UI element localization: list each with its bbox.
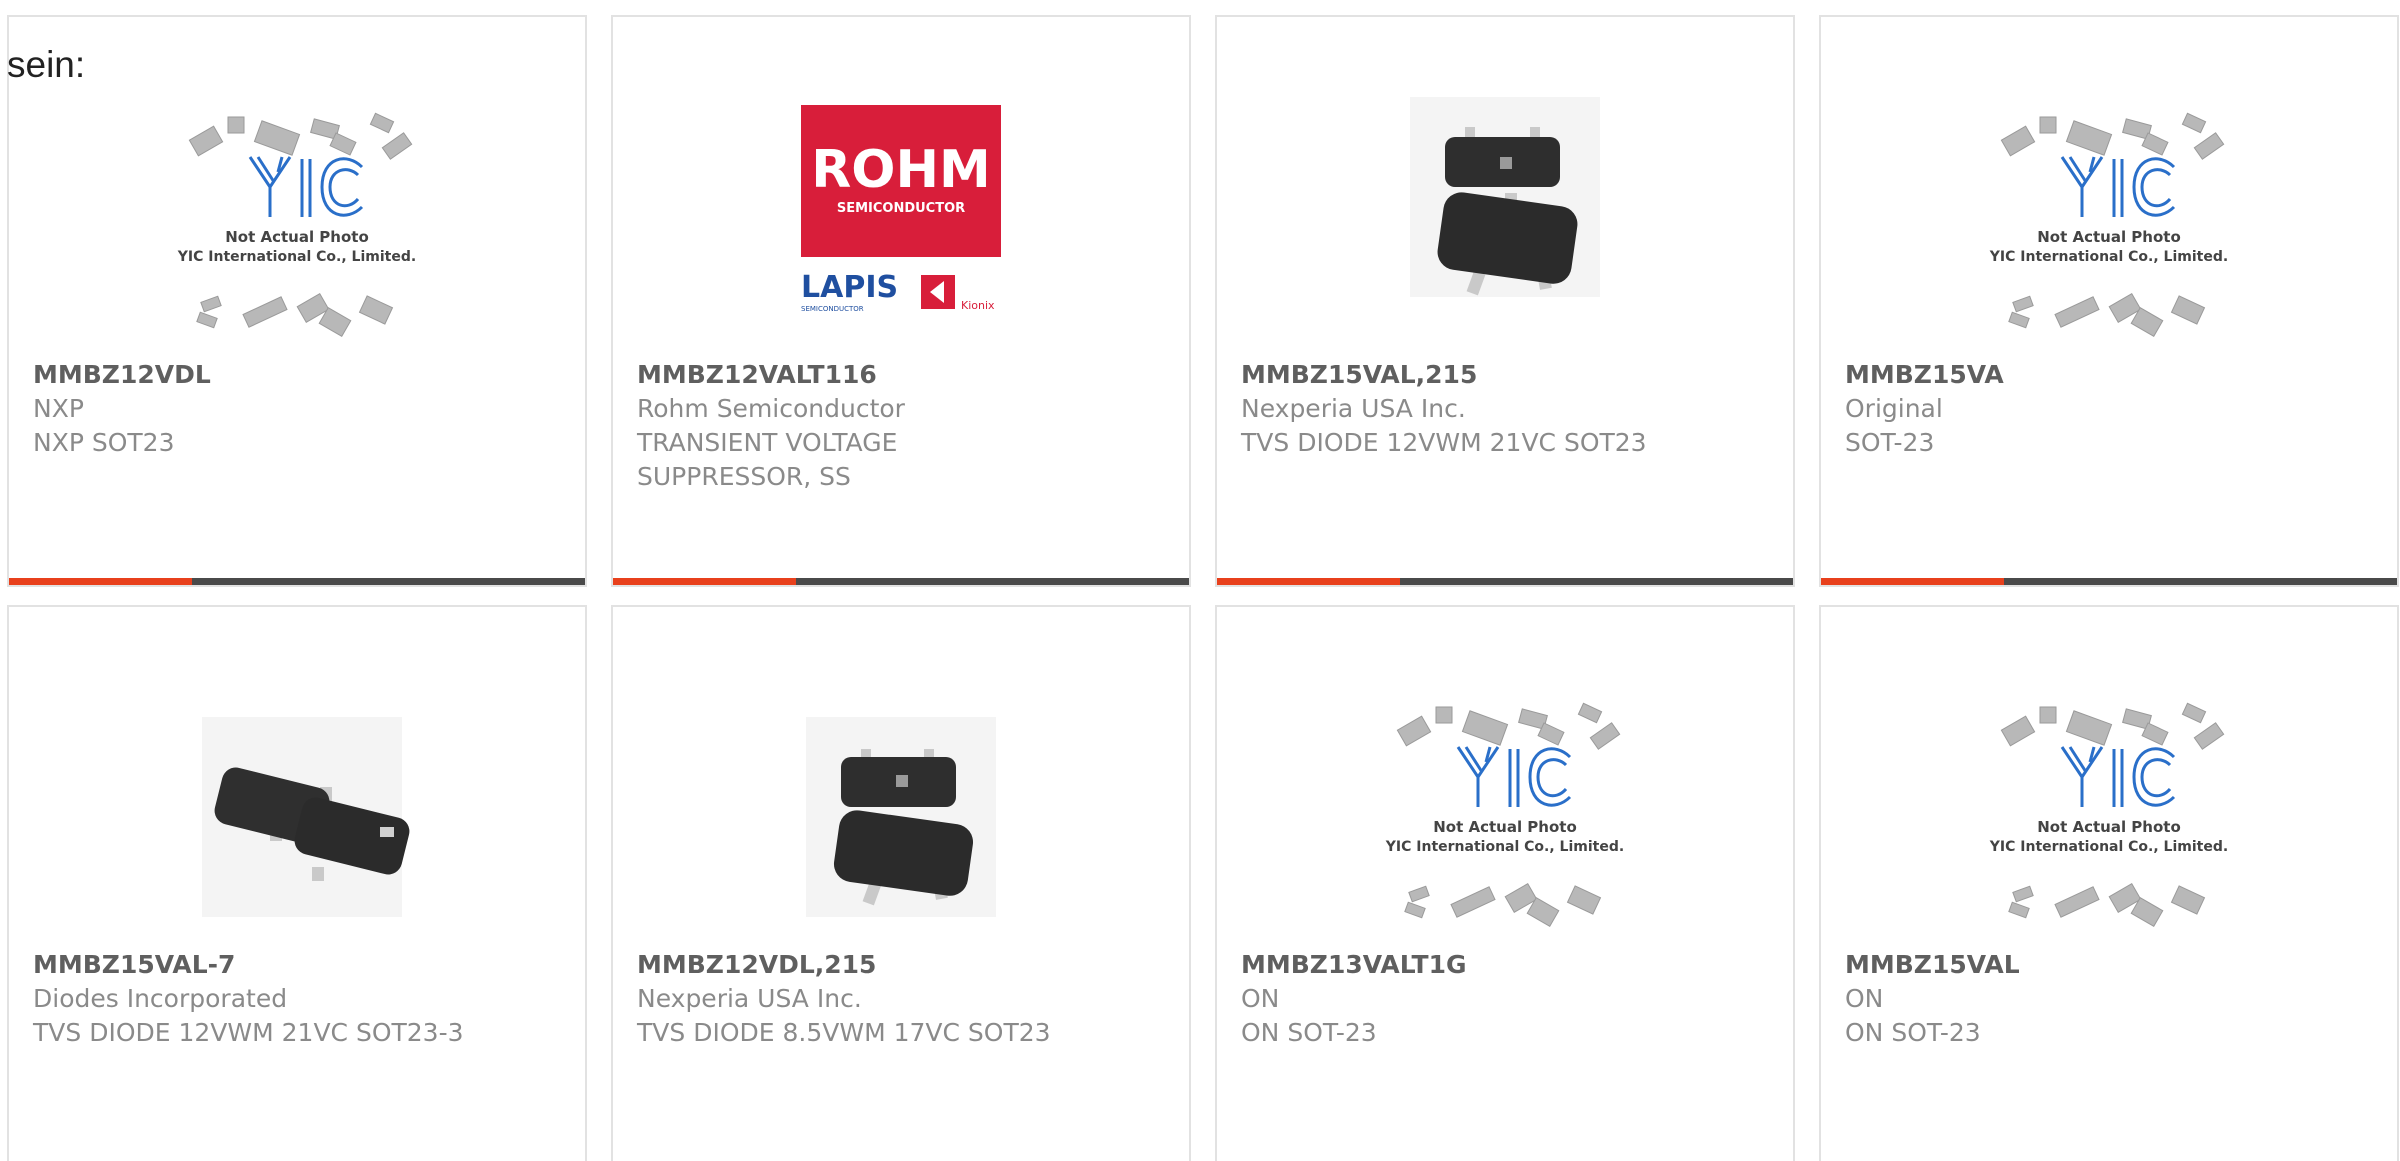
manufacturer: Diodes Incorporated: [33, 984, 288, 1013]
product-card[interactable]: MMBZ15VAL,215 Nexperia USA Inc. TVS DIOD…: [1215, 15, 1795, 587]
product-card[interactable]: MMBZ12VDL,215 Nexperia USA Inc. TVS DIOD…: [611, 605, 1191, 1161]
product-info: MMBZ13VALT1G ON ON SOT-23: [1241, 948, 1769, 1050]
product-card[interactable]: Not Actual Photo YIC International Co., …: [1819, 605, 2399, 1161]
card-accent-bar: [9, 578, 585, 585]
rohm-logo-icon: ROHM SEMICONDUCTOR LAPIS SEMICONDUCTOR K…: [801, 105, 1001, 313]
product-info: MMBZ12VDL,215 Nexperia USA Inc. TVS DIOD…: [637, 948, 1165, 1050]
product-image[interactable]: Not Actual Photo YIC International Co., …: [1974, 677, 2244, 947]
part-number[interactable]: MMBZ15VAL-7: [33, 948, 561, 982]
svg-text:Not Actual Photo: Not Actual Photo: [2037, 818, 2181, 836]
product-image[interactable]: Not Actual Photo YIC International Co., …: [162, 87, 432, 357]
yic-placeholder-icon: Not Actual Photo YIC International Co., …: [177, 112, 416, 337]
svg-text:YIC International Co., Limited: YIC International Co., Limited.: [1989, 249, 2228, 265]
product-card[interactable]: Not Actual Photo YIC International Co., …: [7, 15, 587, 587]
svg-text:LAPIS: LAPIS: [801, 270, 898, 305]
part-number[interactable]: MMBZ12VDL,215: [637, 948, 1165, 982]
manufacturer: Nexperia USA Inc.: [637, 984, 862, 1013]
description: ON SOT-23: [1241, 1018, 1377, 1047]
accent-segment: [1821, 578, 2004, 585]
svg-text:Kionix: Kionix: [961, 299, 995, 312]
yic-placeholder-icon: Not Actual Photo YIC International Co., …: [1989, 112, 2228, 337]
product-info: MMBZ15VAL ON ON SOT-23: [1845, 948, 2373, 1050]
description: TVS DIODE 12VWM 21VC SOT23: [1241, 428, 1647, 457]
sot23-package-icon: [202, 717, 410, 917]
description: SOT-23: [1845, 428, 1935, 457]
description: TVS DIODE 12VWM 21VC SOT23-3: [33, 1018, 464, 1047]
product-info: MMBZ15VAL,215 Nexperia USA Inc. TVS DIOD…: [1241, 358, 1769, 460]
card-accent-bar: [613, 578, 1189, 585]
product-image[interactable]: Not Actual Photo YIC International Co., …: [1974, 87, 2244, 357]
yic-placeholder-icon: Not Actual Photo YIC International Co., …: [1989, 702, 2228, 927]
accent-segment: [9, 578, 192, 585]
svg-text:Not Actual Photo: Not Actual Photo: [1433, 818, 1577, 836]
product-image[interactable]: [766, 677, 1036, 947]
product-image[interactable]: Not Actual Photo YIC International Co., …: [1370, 677, 1640, 947]
svg-text:ROHM: ROHM: [811, 140, 991, 200]
product-info: MMBZ15VA Original SOT-23: [1845, 358, 2373, 460]
card-accent-bar: [1217, 578, 1793, 585]
product-card[interactable]: Not Actual Photo YIC International Co., …: [1819, 15, 2399, 587]
product-grid-page: sein: Not Actual Photo YIC International…: [0, 0, 2400, 1161]
part-number[interactable]: MMBZ15VAL,215: [1241, 358, 1769, 392]
accent-segment: [1217, 578, 1400, 585]
svg-text:YIC International Co., Limited: YIC International Co., Limited.: [1989, 839, 2228, 855]
product-card[interactable]: Not Actual Photo YIC International Co., …: [1215, 605, 1795, 1161]
description: NXP SOT23: [33, 428, 175, 457]
product-card[interactable]: ROHM SEMICONDUCTOR LAPIS SEMICONDUCTOR K…: [611, 15, 1191, 587]
manufacturer: ON: [1845, 984, 1884, 1013]
sot23-package-icon: [806, 717, 996, 917]
part-number[interactable]: MMBZ12VALT116: [637, 358, 1165, 392]
manufacturer: Nexperia USA Inc.: [1241, 394, 1466, 423]
manufacturer: Original: [1845, 394, 1943, 423]
card-accent-bar: [1821, 578, 2397, 585]
svg-text:YIC International Co., Limited: YIC International Co., Limited.: [1385, 839, 1624, 855]
product-image[interactable]: [162, 677, 432, 947]
description: TVS DIODE 8.5VWM 17VC SOT23: [637, 1018, 1051, 1047]
svg-text:YIC International Co., Limited: YIC International Co., Limited.: [177, 249, 416, 265]
yic-placeholder-icon: Not Actual Photo YIC International Co., …: [1385, 702, 1624, 927]
intro-text: sein:: [7, 44, 86, 85]
manufacturer: ON: [1241, 984, 1280, 1013]
svg-text:SEMICONDUCTOR: SEMICONDUCTOR: [837, 201, 965, 216]
product-image[interactable]: ROHM SEMICONDUCTOR LAPIS SEMICONDUCTOR K…: [766, 87, 1036, 357]
part-number[interactable]: MMBZ13VALT1G: [1241, 948, 1769, 982]
manufacturer: Rohm Semiconductor: [637, 394, 905, 423]
part-number[interactable]: MMBZ12VDL: [33, 358, 561, 392]
manufacturer: NXP: [33, 394, 84, 423]
description: TRANSIENT VOLTAGE SUPPRESSOR, SS: [637, 428, 898, 491]
sot23-package-icon: [1410, 97, 1600, 297]
product-image[interactable]: [1370, 87, 1640, 357]
product-card[interactable]: MMBZ15VAL-7 Diodes Incorporated TVS DIOD…: [7, 605, 587, 1161]
svg-text:Not Actual Photo: Not Actual Photo: [225, 228, 369, 246]
accent-segment: [613, 578, 796, 585]
part-number[interactable]: MMBZ15VAL: [1845, 948, 2373, 982]
part-number[interactable]: MMBZ15VA: [1845, 358, 2373, 392]
product-info: MMBZ15VAL-7 Diodes Incorporated TVS DIOD…: [33, 948, 561, 1050]
description: ON SOT-23: [1845, 1018, 1981, 1047]
product-info: MMBZ12VDL NXP NXP SOT23: [33, 358, 561, 460]
product-info: MMBZ12VALT116 Rohm Semiconductor TRANSIE…: [637, 358, 1165, 494]
svg-text:Not Actual Photo: Not Actual Photo: [2037, 228, 2181, 246]
svg-text:SEMICONDUCTOR: SEMICONDUCTOR: [801, 305, 864, 313]
